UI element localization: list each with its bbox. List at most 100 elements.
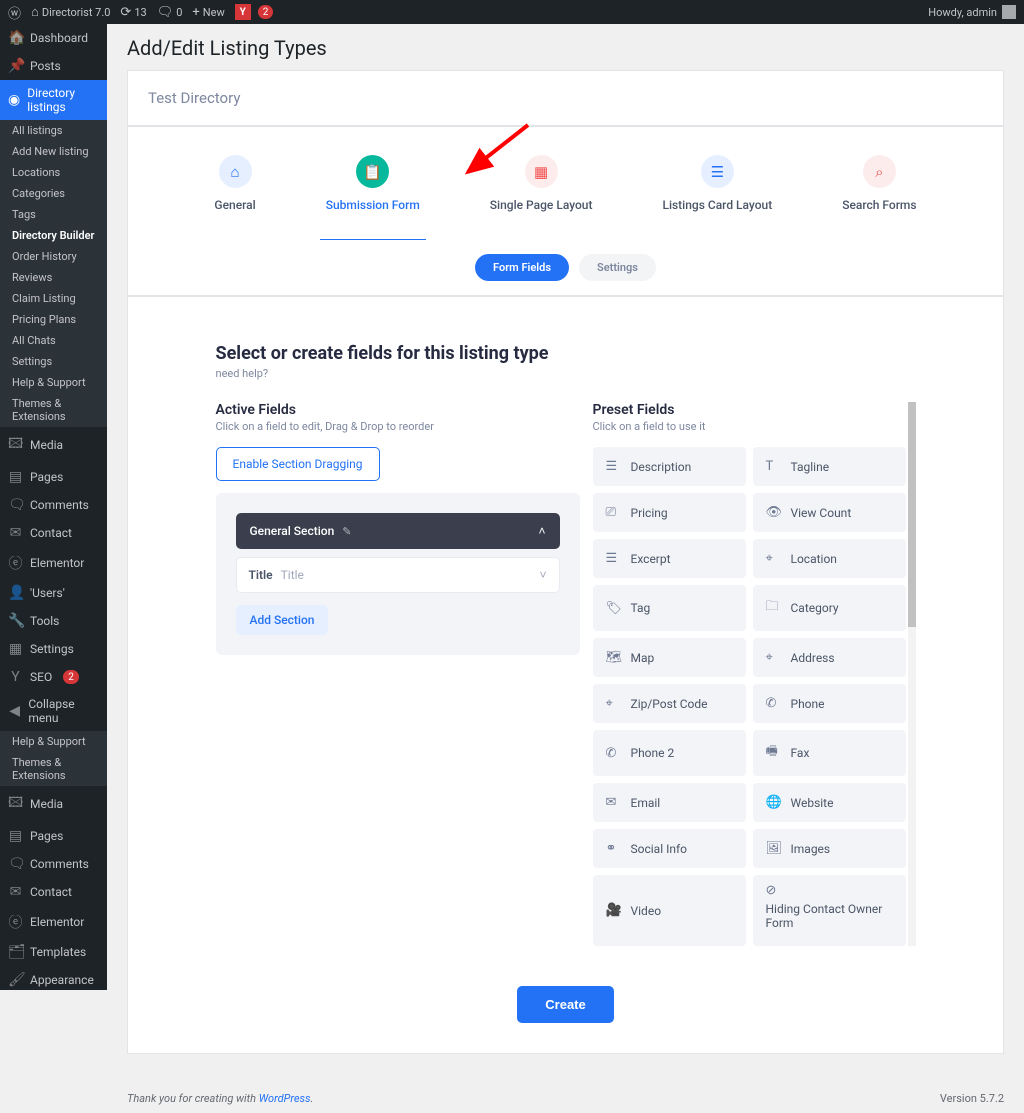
menu-comments2[interactable]: 🗨Comments [0,850,107,878]
submenu-locations[interactable]: Locations [0,162,107,183]
create-button[interactable]: Create [517,986,613,1023]
submenu-claim[interactable]: Claim Listing [0,288,107,309]
submenu-add-new[interactable]: Add New listing [0,141,107,162]
preset-pricing[interactable]: ⎚Pricing [593,493,746,532]
submenu-tags[interactable]: Tags [0,204,107,225]
preset-social[interactable]: ⚭Social Info [593,829,746,868]
scrollbar-thumb[interactable] [908,402,916,627]
map-icon: 🗺 [606,650,621,665]
menu-media2[interactable]: 🖾Media [0,786,107,822]
need-help-link[interactable]: need help? [216,367,916,380]
preset-email[interactable]: ✉Email [593,783,746,822]
howdy-account[interactable]: Howdy, admin [928,5,1016,19]
layout-icon: ▦ [525,155,558,188]
tab-listings-card[interactable]: ☰ Listings Card Layout [662,155,772,240]
tab-single-page[interactable]: ▦ Single Page Layout [490,155,593,240]
subtab-settings[interactable]: Settings [579,254,656,281]
menu-elementor[interactable]: ⓔElementor [0,547,107,579]
submenu-help[interactable]: Help & Support [0,372,107,393]
enable-dragging-button[interactable]: Enable Section Dragging [216,447,380,481]
updates[interactable]: ⟳13 [120,5,146,20]
menu-posts[interactable]: 📌Posts [0,52,107,80]
address-icon: ⌖ [766,650,781,665]
submenu-all-listings[interactable]: All listings [0,120,107,141]
subtab-form-fields[interactable]: Form Fields [475,254,569,281]
admin-bar: ⓦ ⌂Directorist 7.0 ⟳13 🗨0 +New Y2 Howdy,… [0,0,1024,24]
preset-hiding-contact[interactable]: ⊘Hiding Contact Owner Form [753,875,906,946]
preset-phone2[interactable]: ✆Phone 2 [593,730,746,776]
active-fields-title: Active Fields [216,402,580,418]
menu-pages2[interactable]: ▤Pages [0,822,107,850]
preset-excerpt[interactable]: ☰Excerpt [593,539,746,578]
preset-description[interactable]: ☰Description [593,447,746,486]
submenu-reviews[interactable]: Reviews [0,267,107,288]
submenu-help2[interactable]: Help & Support [0,731,107,752]
menu-users-quoted[interactable]: 👤'Users' [0,579,107,607]
menu-elementor2[interactable]: ⓔElementor [0,906,107,938]
menu-contact[interactable]: ✉Contact [0,519,107,547]
yoast-menu[interactable]: Y2 [235,4,274,20]
tab-submission-form[interactable]: 📋 Submission Form [326,155,420,240]
submenu-themes[interactable]: Themes & Extensions [0,393,107,427]
add-section-button[interactable]: Add Section [236,605,329,635]
social-icon: ⚭ [606,841,621,856]
submenu-directory-builder[interactable]: Directory Builder [0,225,107,246]
active-fields-subtitle: Click on a field to edit, Drag & Drop to… [216,420,580,433]
preset-video[interactable]: 🎥Video [593,875,746,946]
preset-category[interactable]: 🗀Category [753,585,906,631]
menu-seo[interactable]: YSEO2 [0,663,107,691]
submenu-settings[interactable]: Settings [0,351,107,372]
menu-comments[interactable]: 🗨Comments [0,491,107,519]
submenu-order-history[interactable]: Order History [0,246,107,267]
menu-settings[interactable]: ▦Settings [0,635,107,663]
preset-address[interactable]: ⌖Address [753,638,906,677]
preset-view-count[interactable]: 👁View Count [753,493,906,532]
builder-card: Select or create fields for this listing… [127,296,1004,1054]
menu-contact2[interactable]: ✉Contact [0,878,107,906]
comments-link[interactable]: 🗨0 [157,5,183,20]
submenu-chats[interactable]: All Chats [0,330,107,351]
scrollbar-track[interactable] [908,402,916,946]
site-name[interactable]: ⌂Directorist 7.0 [31,4,110,20]
menu-pages[interactable]: ▤Pages [0,463,107,491]
preset-phone[interactable]: ✆Phone [753,684,906,723]
submenu-themes-ext[interactable]: Themes & Extensions [0,752,107,786]
preset-website[interactable]: 🌐Website [753,783,906,822]
tab-search-forms[interactable]: ⌕ Search Forms [842,155,916,240]
preset-fax[interactable]: 🖷Fax [753,730,906,776]
eye-icon: 👁 [766,505,781,520]
menu-collapse[interactable]: ◀Collapse menu [0,691,107,731]
mail-icon: ✉ [606,795,621,810]
zip-icon: ⌖ [606,696,621,711]
preset-tag[interactable]: 🏷Tag [593,585,746,631]
menu-dashboard[interactable]: 🏠Dashboard [0,24,107,52]
preset-tagline[interactable]: TTagline [753,447,906,486]
menu-appearance[interactable]: 🖌Appearance [0,966,107,990]
field-title[interactable]: Title Title ˅ [236,557,560,593]
page-title: Add/Edit Listing Types [107,24,1024,70]
globe-icon: 🌐 [766,795,781,810]
form-icon: 📋 [356,155,389,188]
preset-zip[interactable]: ⌖Zip/Post Code [593,684,746,723]
phone-icon: ✆ [606,746,621,761]
submenu-categories[interactable]: Categories [0,183,107,204]
new-content[interactable]: +New [192,5,224,20]
preset-images[interactable]: 🖼Images [753,829,906,868]
section-header[interactable]: General Section✎ ˄ [236,513,560,549]
menu-tools[interactable]: 🔧Tools [0,607,107,635]
search-icon: ⌕ [863,155,896,188]
directory-name-header: Test Directory [127,70,1004,126]
preset-fields-title: Preset Fields [593,402,906,418]
menu-templates[interactable]: 🗂Templates [0,938,107,966]
menu-media[interactable]: 🖾Media [0,427,107,463]
preset-map[interactable]: 🗺Map [593,638,746,677]
wordpress-link[interactable]: WordPress [259,1092,311,1105]
hide-icon: ⊘ [766,883,781,898]
preset-location[interactable]: ⌖Location [753,539,906,578]
submenu-pricing[interactable]: Pricing Plans [0,309,107,330]
wp-logo[interactable]: ⓦ [8,3,21,22]
tab-general[interactable]: ⌂ General [214,155,255,240]
image-icon: 🖼 [766,841,781,856]
menu-directory-listings[interactable]: ◉Directory listings [0,80,107,120]
preset-fields-subtitle: Click on a field to use it [593,420,906,433]
